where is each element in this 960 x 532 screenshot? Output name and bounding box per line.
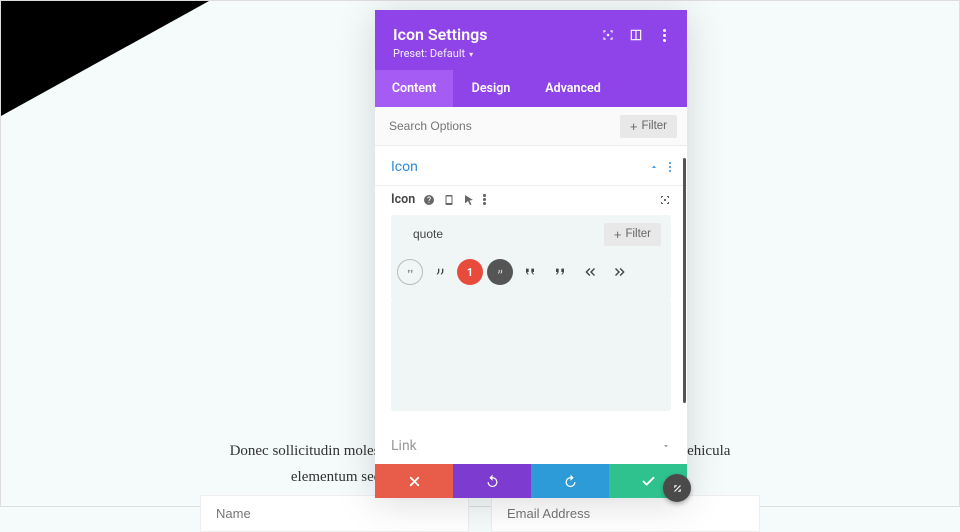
page-decor-triangle	[1, 1, 261, 116]
device-icon[interactable]	[443, 194, 455, 206]
panel-header: Icon Settings Preset: Default ▾	[375, 10, 687, 70]
chevron-down-icon	[661, 441, 671, 451]
tab-design[interactable]: Design	[453, 70, 529, 107]
panel-footer-actions	[375, 464, 687, 498]
icon-picker: +Filter 1	[391, 215, 671, 301]
name-field[interactable]	[200, 495, 469, 532]
help-icon[interactable]	[423, 194, 435, 206]
section-link[interactable]: Link	[375, 425, 687, 464]
icon-option-quote-light[interactable]	[427, 259, 453, 285]
panel-tabs: Content Design Advanced	[375, 70, 687, 107]
more-menu-icon[interactable]	[657, 28, 671, 42]
icon-picker-empty-area	[391, 301, 671, 411]
section-icon: Icon	[375, 146, 687, 186]
icon-option-angle-double-left[interactable]	[577, 259, 603, 285]
section-more-icon[interactable]	[669, 162, 672, 173]
icon-option-row: Icon	[375, 192, 687, 207]
cancel-button[interactable]	[375, 464, 453, 498]
plus-icon: +	[630, 120, 638, 133]
section-link-title: Link	[391, 438, 417, 454]
panel-layout-icon[interactable]	[629, 28, 643, 42]
preset-selector[interactable]: Preset: Default ▾	[393, 47, 669, 60]
redo-button[interactable]	[531, 464, 609, 498]
icon-option-quote-right-solid[interactable]	[547, 259, 573, 285]
icon-grid: 1	[391, 253, 671, 297]
icon-option-quote-filled-circle[interactable]	[487, 259, 513, 285]
icon-search-input[interactable]	[401, 222, 604, 246]
cursor-icon[interactable]	[463, 194, 475, 206]
chevron-up-icon[interactable]	[649, 162, 659, 172]
plus-icon: +	[614, 228, 622, 241]
caret-down-icon: ▾	[467, 50, 473, 59]
icon-option-quote-left-solid[interactable]	[517, 259, 543, 285]
email-field[interactable]	[491, 495, 760, 532]
tab-advanced[interactable]: Advanced	[529, 70, 617, 107]
panel-resize-handle[interactable]	[663, 474, 691, 502]
panel-scrollbar[interactable]	[683, 158, 686, 403]
focus-icon[interactable]	[601, 28, 615, 42]
options-filter-button[interactable]: +Filter	[620, 115, 677, 138]
options-search-input[interactable]	[385, 114, 620, 138]
row-more-icon[interactable]	[483, 194, 486, 205]
dynamic-content-icon[interactable]	[659, 194, 671, 206]
icon-row-label: Icon	[391, 192, 415, 207]
tab-content[interactable]: Content	[375, 70, 453, 107]
icon-option-selected-badge[interactable]: 1	[457, 259, 483, 285]
icon-option-quote-outlined[interactable]	[397, 259, 423, 285]
preset-label: Preset: Default	[393, 47, 465, 60]
options-search-bar: +Filter	[375, 107, 687, 146]
icon-filter-button[interactable]: +Filter	[604, 223, 661, 246]
undo-button[interactable]	[453, 464, 531, 498]
section-icon-title[interactable]: Icon	[391, 159, 418, 175]
icon-settings-panel: Icon Settings Preset: Default ▾ Content …	[375, 10, 687, 498]
icon-option-angle-double-right[interactable]	[607, 259, 633, 285]
icon-filter-label: Filter	[625, 228, 651, 240]
filter-label: Filter	[641, 120, 667, 132]
